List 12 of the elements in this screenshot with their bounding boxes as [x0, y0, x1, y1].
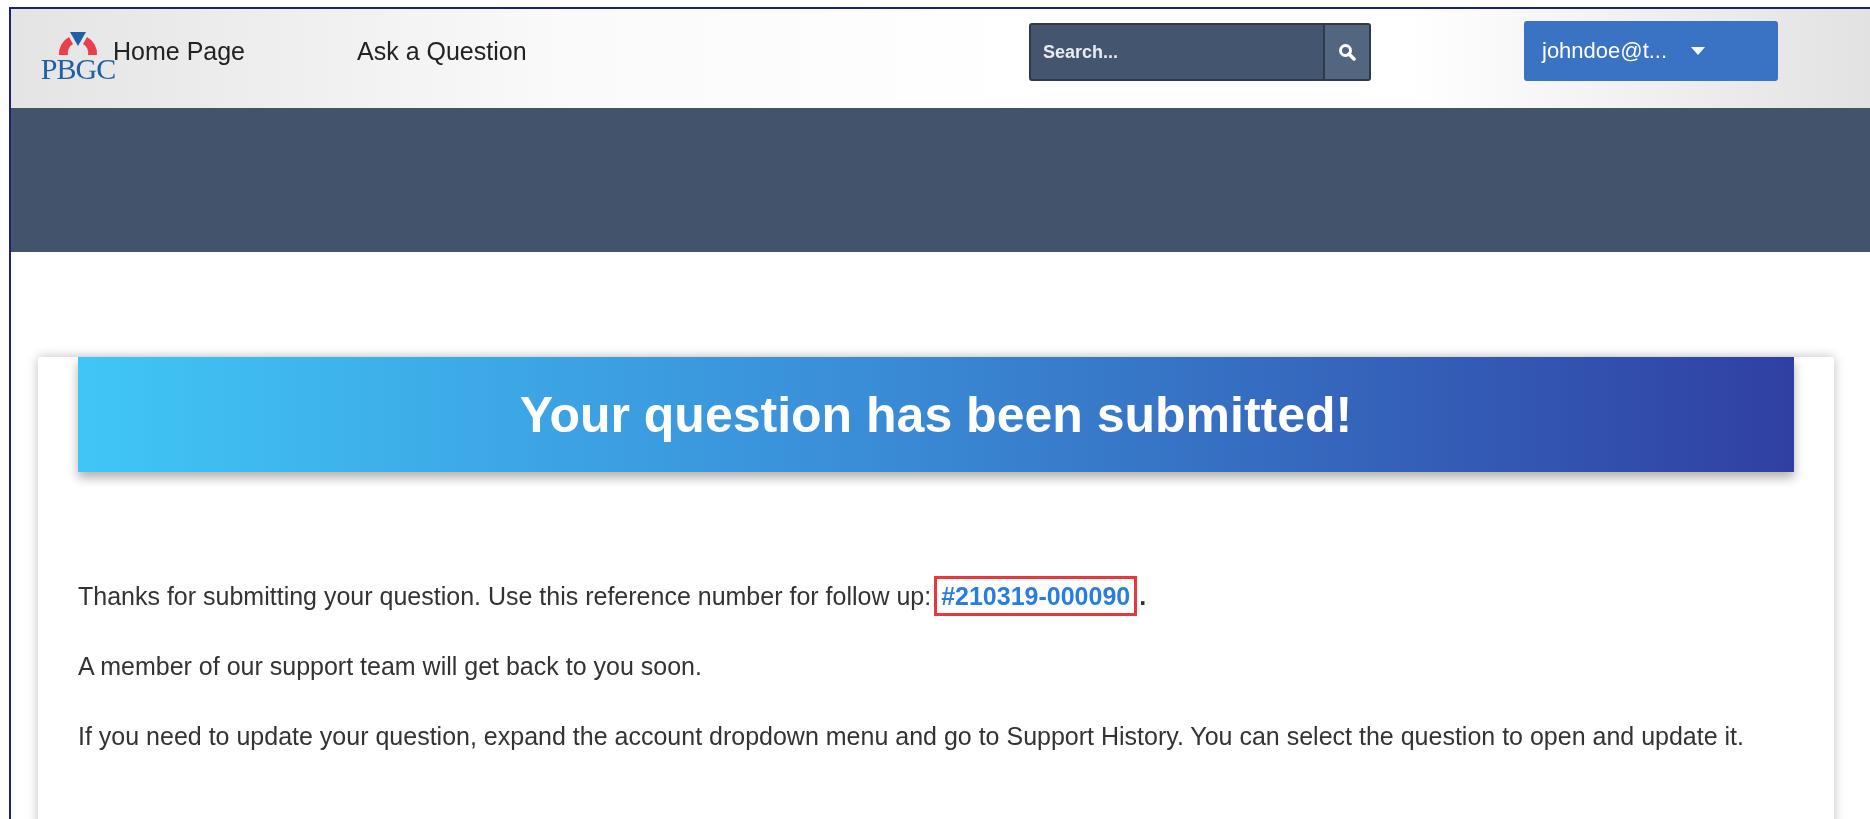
search-button[interactable] [1323, 25, 1369, 79]
account-dropdown[interactable]: johndoe@t... [1524, 21, 1778, 81]
search-icon [1338, 43, 1356, 61]
search-field[interactable]: Search... [1029, 23, 1371, 81]
search-input[interactable]: Search... [1031, 25, 1323, 79]
confirmation-message: Thanks for submitting your question. Use this reference number for follow up: #210319-000090 . [78, 578, 1758, 614]
info-paragraph: If you need to update your question, expand the account dropdown menu and go to Support History. You can select the question to open and update it. [78, 721, 1745, 752]
nav-link[interactable]: Ask a Question [357, 37, 527, 66]
caret-icon [1691, 47, 1706, 55]
info-paragraph: A member of our support team will get back to you soon. [78, 651, 703, 682]
confirmation-banner: Your question has been submitted! [78, 357, 1794, 472]
logo-text[interactable]: PBGC [40, 55, 116, 83]
